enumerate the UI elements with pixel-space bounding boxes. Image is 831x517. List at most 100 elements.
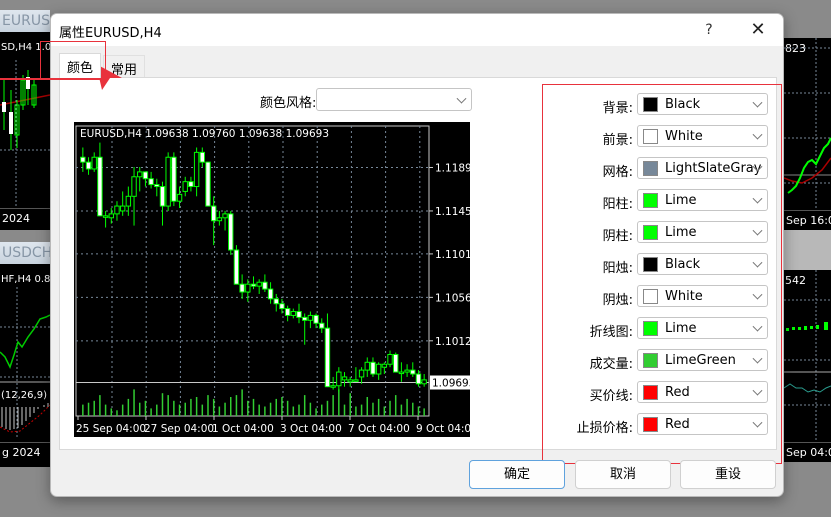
candle-body xyxy=(205,161,211,207)
chevron-down-icon xyxy=(456,93,467,104)
color-name: Lime xyxy=(665,321,697,336)
candle-body xyxy=(393,353,399,373)
color-row-label: 网格: xyxy=(602,165,633,180)
color-name: White xyxy=(665,289,703,304)
color-row-label: 折线图: xyxy=(589,325,633,340)
color-style-select[interactable] xyxy=(316,88,472,111)
y-tick-label: 1.10565 xyxy=(435,292,470,304)
color-select[interactable]: LightSlateGray xyxy=(637,157,768,179)
dialog-title: 属性EURUSD,H4 xyxy=(59,26,162,41)
color-row-label: 止损价格: xyxy=(576,421,633,436)
chevron-down-icon xyxy=(752,353,763,364)
bg-chart-title: EURUSD,H4 xyxy=(0,10,50,32)
reset-button[interactable]: 重设 xyxy=(680,460,776,489)
candle-body xyxy=(421,379,427,385)
candle-body xyxy=(119,205,126,212)
candle-body xyxy=(387,353,393,365)
candle-body xyxy=(347,379,353,383)
color-select[interactable]: Black xyxy=(637,253,768,275)
bg-chart-usdchf: USDCHF,H4 HF,H4 0.85 (12,26,9) g 2024 xyxy=(0,242,50,467)
chart-preview-svg: 1.11895 1.11450 1.11010 1.10565 1.10120 1.096… xyxy=(74,125,478,438)
close-button[interactable]: ✕ xyxy=(743,18,773,42)
candle-body xyxy=(154,184,160,188)
color-select[interactable]: Black xyxy=(637,93,768,115)
candle-body xyxy=(279,303,285,310)
x-tick-label: 25 Sep 04:00 xyxy=(76,423,146,435)
color-select[interactable]: Lime xyxy=(637,317,768,339)
annotation-highlight-line xyxy=(0,78,106,80)
color-row-label: 成交量: xyxy=(589,357,633,372)
bg-chart-date: Sep 04:00 xyxy=(784,442,831,462)
color-swatch xyxy=(643,161,658,176)
candle-body xyxy=(176,193,183,202)
tab-colors[interactable]: 颜色 xyxy=(59,53,102,78)
color-row: 折线图: Lime xyxy=(543,317,783,341)
candle-body xyxy=(159,186,166,207)
candle-body xyxy=(193,151,200,188)
chart-header: EURUSD,H4 1.09638 1.09760 1.09638 1.0969… xyxy=(80,128,329,140)
color-row: 成交量: LimeGreen xyxy=(543,349,783,373)
color-settings-panel: 背景: Black 前景: White 网格: LightSlateGray 阳柱: Lime… xyxy=(542,84,782,464)
color-select[interactable]: LimeGreen xyxy=(637,349,768,371)
help-button[interactable]: ? xyxy=(697,18,721,42)
color-row: 止损价格: Red xyxy=(543,413,783,437)
color-name: Black xyxy=(665,257,701,272)
colors-tab-pane: 颜色风格: 1.11895 1.11450 1.11010 1.10565 1.1012… xyxy=(59,77,782,464)
color-select[interactable]: Lime xyxy=(637,189,768,211)
candle-body xyxy=(358,369,365,378)
y-tick-label: 1.11010 xyxy=(435,249,470,261)
color-swatch xyxy=(643,257,658,272)
color-swatch xyxy=(643,193,658,208)
ok-button[interactable]: 确定 xyxy=(469,460,565,489)
bg-chart-candles: (12,26,9) xyxy=(0,287,50,437)
candle-body xyxy=(239,283,245,293)
color-select[interactable]: White xyxy=(637,285,768,307)
color-name: LightSlateGray xyxy=(665,161,762,176)
color-name: White xyxy=(665,129,703,144)
candle-body xyxy=(273,298,279,305)
color-swatch xyxy=(643,129,658,144)
candle-body xyxy=(148,178,154,186)
color-select[interactable]: White xyxy=(637,125,768,147)
candle-body xyxy=(313,314,319,324)
candle-body xyxy=(410,369,416,375)
bg-chart-subtitle: HF,H4 0.85 xyxy=(1,274,50,285)
candle-body xyxy=(125,195,132,207)
properties-dialog: 属性EURUSD,H4 ? ✕ 颜色 常用 颜色风格: 1.118951.114… xyxy=(50,13,784,497)
dialog-titlebar[interactable]: 属性EURUSD,H4 ? ✕ xyxy=(51,14,783,46)
candle-body xyxy=(415,373,422,385)
color-row: 买价线: Red xyxy=(543,381,783,405)
cancel-button[interactable]: 取消 xyxy=(575,460,671,489)
color-row: 阴烛: White xyxy=(543,285,783,309)
candle-body xyxy=(341,376,348,381)
candle-body xyxy=(296,311,302,318)
candle-body xyxy=(324,327,331,388)
candle-body xyxy=(102,215,109,218)
color-row: 阴柱: Lime xyxy=(543,221,783,245)
candle-body xyxy=(233,249,240,285)
bg-chart-title: USDCHF,H4 xyxy=(0,242,50,264)
color-select[interactable]: Lime xyxy=(637,221,768,243)
color-row: 阳烛: Black xyxy=(543,253,783,277)
candle-body xyxy=(336,371,342,387)
chevron-down-icon xyxy=(752,257,763,268)
candle-body xyxy=(301,316,308,321)
candle-body xyxy=(171,156,177,202)
x-tick-label: 27 Sep 04:00 xyxy=(144,423,214,435)
color-swatch xyxy=(643,321,658,336)
candle-body xyxy=(108,213,114,219)
color-swatch xyxy=(643,417,658,432)
color-row-label: 买价线: xyxy=(589,389,633,404)
tab-label: 颜色 xyxy=(67,61,94,76)
color-select[interactable]: Red xyxy=(637,381,768,403)
candle-body xyxy=(85,161,92,170)
color-swatch xyxy=(643,385,658,400)
bg-chart-right-top: 823 Sep 16:00 xyxy=(784,38,831,230)
candle-body xyxy=(80,156,86,163)
color-select[interactable]: Red xyxy=(637,413,768,435)
color-swatch xyxy=(643,289,658,304)
current-price-label: 1.09693 xyxy=(432,378,470,390)
color-row-label: 阳柱: xyxy=(602,197,633,212)
candle-body xyxy=(210,205,217,222)
color-name: Red xyxy=(665,385,690,400)
